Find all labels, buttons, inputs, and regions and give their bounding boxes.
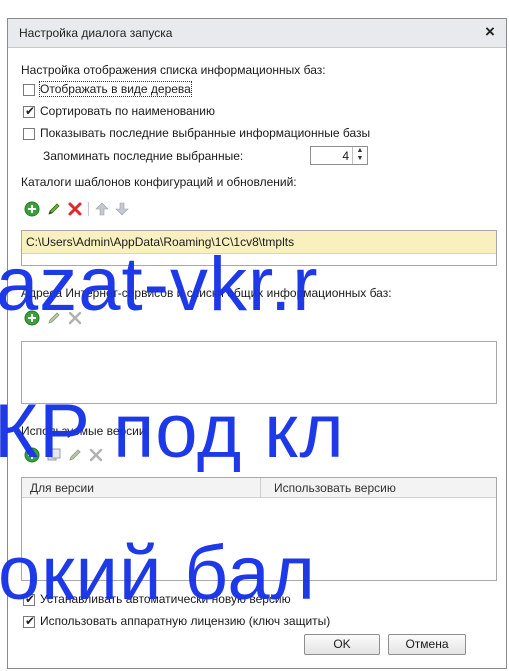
versions-table-header: Для версии Использовать версию <box>22 478 496 498</box>
stepper-arrows[interactable]: ▲ ▼ <box>352 147 367 164</box>
column-header-use-version[interactable]: Использовать версию <box>274 481 396 495</box>
close-icon[interactable]: × <box>481 23 499 41</box>
stepper-up-icon[interactable]: ▲ <box>353 147 367 155</box>
edit-icon[interactable] <box>67 447 83 463</box>
dialog-title: Настройка диалога запуска <box>19 26 173 40</box>
sort-by-name-checkbox-box[interactable]: ✔ <box>23 104 36 118</box>
versions-section-label: Используемые версии: <box>21 424 149 438</box>
copy-icon[interactable] <box>46 447 62 463</box>
add-icon[interactable] <box>24 201 40 217</box>
checkmark-icon: ✔ <box>25 614 36 628</box>
show-recent-checkbox-box[interactable] <box>23 128 35 140</box>
add-icon[interactable] <box>24 447 40 463</box>
auto-install-checkbox-box[interactable]: ✔ <box>23 592 36 606</box>
column-separator <box>260 478 261 497</box>
remember-recent-value[interactable]: 4 <box>342 149 349 163</box>
cancel-button[interactable]: Отмена <box>388 634 466 655</box>
ok-button[interactable]: OK <box>304 634 380 655</box>
show-tree-checkbox-box[interactable] <box>23 84 35 96</box>
hardware-license-label[interactable]: Использовать аппаратную лицензию (ключ з… <box>40 614 330 628</box>
sort-by-name-label[interactable]: Сортировать по наименованию <box>40 104 215 118</box>
add-icon[interactable] <box>24 310 40 326</box>
list-item[interactable]: C:\Users\Admin\AppData\Roaming\1C\1cv8\t… <box>22 231 496 254</box>
hardware-license-checkbox-box[interactable]: ✔ <box>23 614 36 628</box>
delete-icon[interactable] <box>67 201 83 217</box>
column-header-for-version[interactable]: Для версии <box>30 481 94 495</box>
checkmark-icon: ✔ <box>25 592 36 606</box>
show-tree-label[interactable]: Отображать в виде дерева <box>39 81 192 97</box>
templates-list[interactable]: C:\Users\Admin\AppData\Roaming\1C\1cv8\t… <box>21 230 497 266</box>
templates-section-label: Каталоги шаблонов конфигураций и обновле… <box>21 175 297 189</box>
launch-settings-dialog: Настройка диалога запуска × Настройка от… <box>7 18 507 669</box>
auto-install-label[interactable]: Устанавливать автоматически новую версию <box>40 592 291 606</box>
toolbar-separator <box>88 202 89 216</box>
template-path[interactable]: C:\Users\Admin\AppData\Roaming\1C\1cv8\t… <box>26 235 294 249</box>
edit-icon[interactable] <box>46 201 62 217</box>
title-bar: Настройка диалога запуска × <box>8 19 506 48</box>
delete-icon[interactable] <box>88 447 104 463</box>
remember-recent-label: Запоминать последние выбранные: <box>43 149 244 163</box>
move-down-icon[interactable] <box>114 201 130 217</box>
checkmark-icon: ✔ <box>25 104 36 118</box>
versions-table[interactable]: Для версии Использовать версию <box>21 477 497 581</box>
internet-services-label: Адреса Интернет-сервисов и списки общих … <box>21 286 392 300</box>
edit-icon[interactable] <box>46 310 62 326</box>
stepper-down-icon[interactable]: ▼ <box>353 155 367 163</box>
move-up-icon[interactable] <box>94 201 110 217</box>
remember-recent-stepper[interactable]: 4 ▲ ▼ <box>310 146 368 165</box>
infobase-display-label: Настройка отображения списка информацион… <box>21 63 326 77</box>
show-recent-label[interactable]: Показывать последние выбранные информаци… <box>40 126 370 140</box>
delete-icon[interactable] <box>67 310 83 326</box>
internet-services-list[interactable] <box>21 341 497 404</box>
